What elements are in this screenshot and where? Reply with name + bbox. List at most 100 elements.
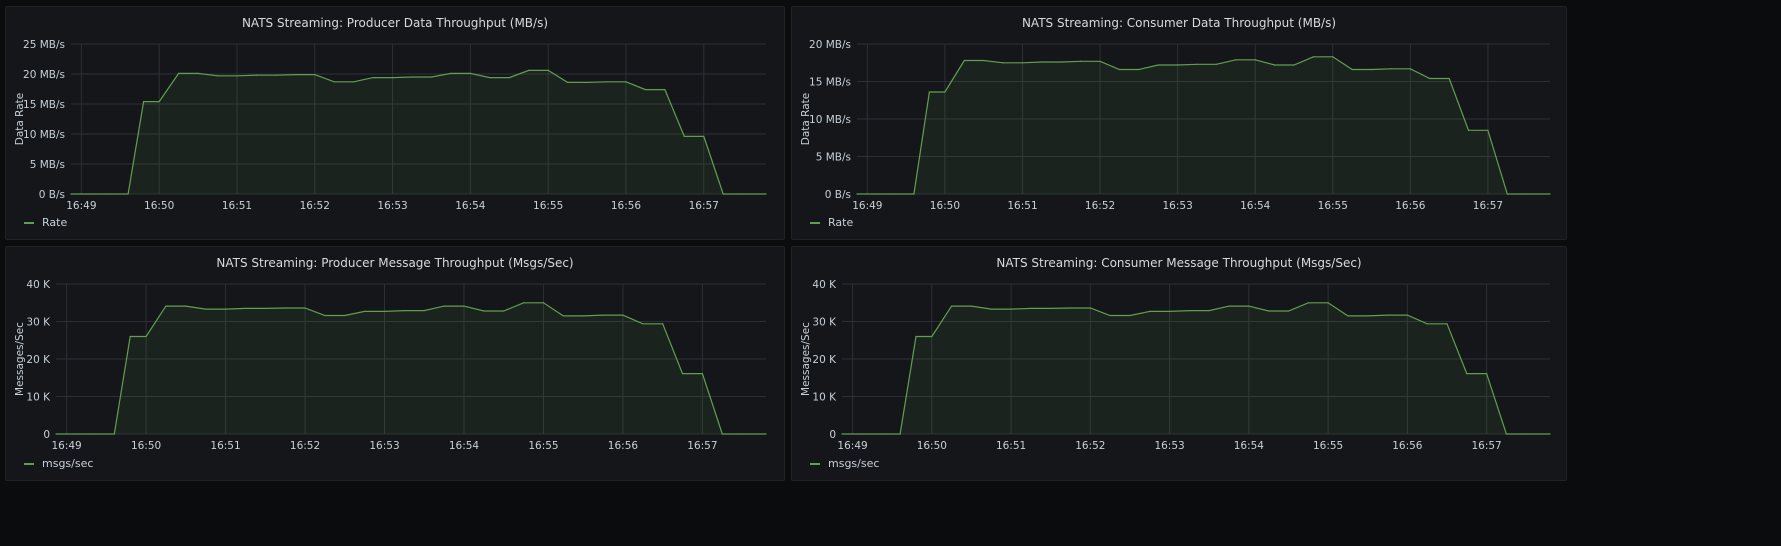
data-point	[1118, 68, 1121, 71]
data-point	[1390, 68, 1392, 70]
data-point	[1080, 60, 1082, 62]
data-point	[158, 101, 160, 103]
data-point	[324, 314, 326, 317]
data-point	[742, 193, 744, 195]
data-point	[721, 433, 723, 435]
data-point	[970, 305, 973, 307]
y-tick-label: 30 K	[26, 317, 51, 329]
data-point	[284, 307, 286, 309]
data-point	[765, 193, 767, 195]
data-point	[841, 433, 843, 435]
data-point	[1526, 193, 1528, 195]
legend-label[interactable]: msgs/sec	[42, 457, 93, 470]
legend[interactable]: Rate	[810, 216, 853, 229]
panel-consumer-message-throughput[interactable]: NATS Streaming: Consumer Message Through…	[791, 246, 1567, 481]
data-point	[963, 59, 965, 62]
y-tick-label: 40 K	[26, 279, 51, 291]
data-point	[1525, 433, 1527, 435]
data-point	[1487, 129, 1489, 131]
data-point	[1228, 305, 1230, 307]
y-tick-label: 5 MB/s	[816, 152, 851, 164]
data-point	[1351, 68, 1353, 71]
data-point	[216, 75, 219, 77]
panel-producer-message-throughput[interactable]: NATS Streaming: Producer Message Through…	[5, 246, 785, 481]
y-tick-label: 10 K	[26, 392, 51, 404]
x-tick-label: 16:57	[1471, 440, 1501, 452]
data-point	[143, 101, 145, 103]
x-tick-label: 16:56	[611, 200, 642, 212]
x-tick-label: 16:56	[608, 440, 639, 452]
chart-svg: 0 B/s 5 MB/s 10 MB/s 15 MB/s 20 MB/s 25 MB/s 1…	[14, 39, 767, 212]
x-tick-label: 16:55	[528, 440, 558, 452]
legend[interactable]: Rate	[24, 216, 67, 229]
y-tick-label: 30 K	[812, 317, 837, 329]
data-point	[364, 310, 366, 312]
legend-swatch	[810, 221, 820, 224]
data-point	[1426, 323, 1428, 325]
data-point	[178, 72, 180, 74]
data-point	[304, 307, 306, 309]
data-point	[625, 81, 627, 83]
x-tick-label: 16:49	[66, 200, 96, 212]
data-point	[1149, 310, 1151, 312]
data-point	[567, 81, 569, 83]
data-point	[528, 69, 530, 71]
legend-label[interactable]: Rate	[828, 216, 853, 229]
data-point	[443, 305, 445, 307]
data-point	[562, 315, 564, 317]
data-point	[856, 193, 858, 195]
data-point	[586, 81, 588, 83]
data-point	[73, 433, 76, 435]
data-point	[547, 69, 549, 71]
data-point	[874, 193, 876, 195]
data-point	[372, 77, 374, 79]
series-area	[857, 56, 1550, 194]
legend-label[interactable]: msgs/sec	[828, 457, 879, 470]
x-tick-label: 16:53	[1163, 200, 1193, 212]
y-tick-label: 15 MB/s	[809, 77, 851, 89]
data-point	[391, 77, 394, 79]
data-point	[1274, 64, 1276, 66]
y-axis-label: Messages/Sec	[800, 322, 812, 396]
legend-label[interactable]: Rate	[42, 216, 67, 229]
data-point	[403, 310, 405, 312]
data-point	[931, 335, 933, 338]
data-point	[1327, 302, 1329, 304]
legend[interactable]: msgs/sec	[24, 457, 93, 470]
y-tick-label: 0	[43, 429, 50, 441]
y-tick-label: 10 MB/s	[23, 129, 65, 141]
data-point	[333, 81, 335, 83]
data-point	[70, 193, 72, 195]
legend[interactable]: msgs/sec	[810, 457, 879, 470]
data-point	[1307, 302, 1309, 304]
data-point	[294, 74, 296, 76]
panel-consumer-data-throughput[interactable]: NATS Streaming: Consumer Data Throughput…	[791, 6, 1567, 240]
data-point	[1157, 64, 1159, 66]
data-point	[275, 74, 277, 76]
data-point	[662, 323, 664, 325]
data-point	[197, 72, 199, 74]
data-point	[1312, 56, 1314, 58]
x-tick-label: 16:52	[300, 200, 330, 212]
data-point	[1109, 314, 1111, 317]
data-point	[450, 72, 452, 74]
data-point	[644, 89, 647, 91]
data-point	[129, 335, 131, 338]
x-tick-label: 16:57	[689, 200, 719, 212]
data-point	[108, 193, 110, 195]
data-point	[899, 433, 901, 435]
data-point	[255, 74, 258, 76]
x-tick-label: 16:50	[917, 440, 947, 452]
panel-producer-data-throughput[interactable]: NATS Streaming: Producer Data Throughput…	[5, 6, 785, 240]
x-tick-label: 16:53	[1154, 440, 1184, 452]
data-point	[1050, 307, 1052, 309]
data-point	[642, 323, 644, 325]
data-point	[765, 433, 767, 435]
series-area	[842, 302, 1550, 434]
data-point	[344, 314, 346, 317]
x-tick-label: 16:54	[455, 200, 486, 212]
data-point	[1347, 315, 1349, 317]
x-tick-label: 16:49	[837, 440, 867, 452]
data-point	[1089, 307, 1091, 309]
series-area	[56, 302, 766, 434]
